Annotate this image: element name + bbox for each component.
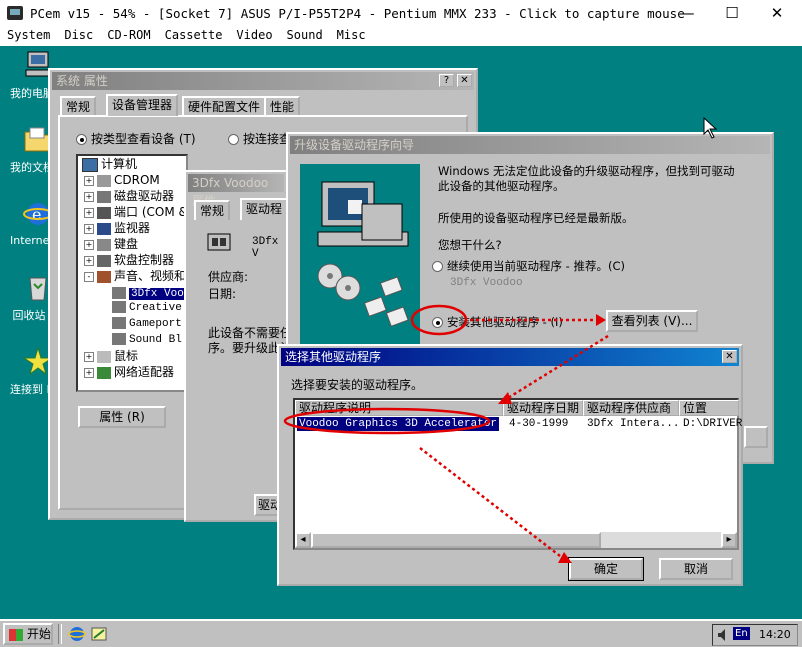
highlight-driver-circle <box>283 407 491 435</box>
mouse-pointer-icon <box>703 116 718 139</box>
arrow-to-ok <box>419 447 561 557</box>
tab-device-manager[interactable]: 设备管理器 <box>106 94 179 116</box>
system-tray: En 14:20 <box>712 624 798 646</box>
ie-quicklaunch-icon[interactable] <box>68 625 86 643</box>
highlight-option-circle <box>410 304 468 336</box>
arrow-to-driver <box>507 334 609 400</box>
arrowhead <box>558 552 572 563</box>
taskbar-divider <box>58 624 62 644</box>
start-button[interactable]: 开始 <box>3 623 53 645</box>
taskbar: 开始 En 14:20 <box>0 619 802 647</box>
arrowhead <box>498 392 512 404</box>
language-indicator[interactable]: En <box>733 627 750 640</box>
windows-logo-icon <box>9 628 23 641</box>
arrowhead <box>596 314 606 326</box>
volume-icon[interactable] <box>717 628 729 642</box>
outlook-quicklaunch-icon[interactable] <box>90 625 108 643</box>
clock: 14:20 <box>759 628 791 641</box>
